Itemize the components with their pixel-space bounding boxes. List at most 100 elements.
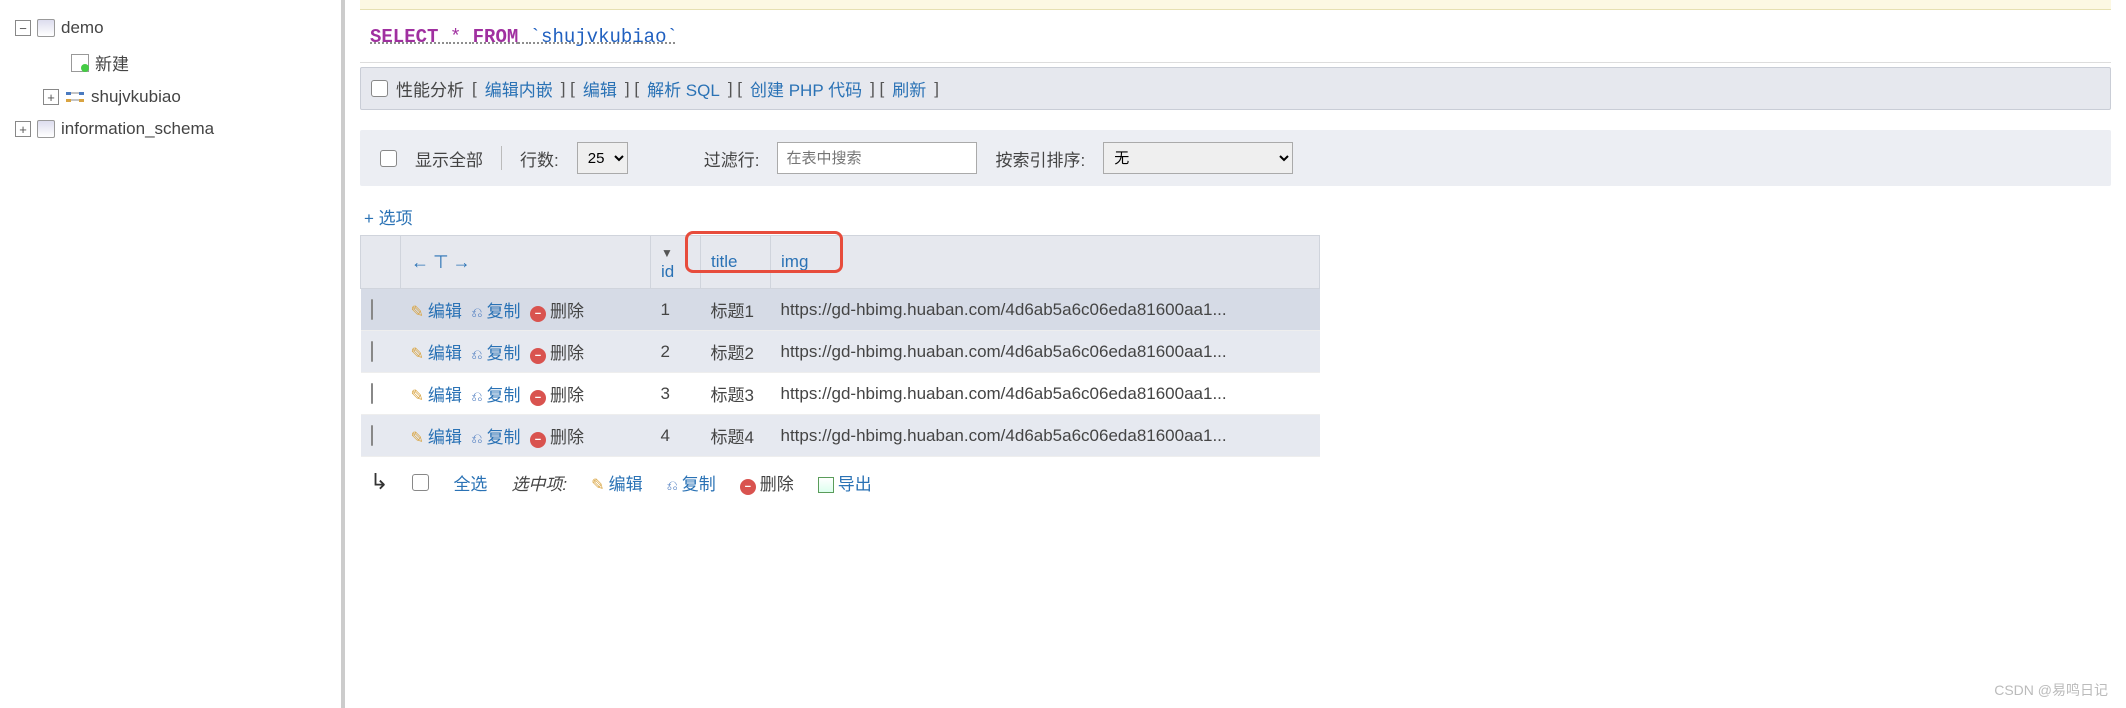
cell-id: 2 bbox=[651, 331, 701, 373]
col-id[interactable]: id bbox=[661, 262, 674, 281]
explain-link[interactable]: 解析 SQL bbox=[647, 76, 720, 101]
row-delete-button[interactable]: −删除 bbox=[530, 302, 584, 321]
show-all-label: 显示全部 bbox=[415, 146, 483, 171]
main-content: SELECT * FROM `shujvkubiao` 性能分析 [编辑内嵌 ]… bbox=[345, 0, 2126, 708]
row-delete-button[interactable]: −删除 bbox=[530, 344, 584, 363]
expand-icon[interactable]: + bbox=[43, 89, 59, 105]
row-copy-button[interactable]: ⎌复制 bbox=[471, 344, 520, 363]
expand-icon[interactable]: + bbox=[15, 121, 31, 137]
table-label: shujvkubiao bbox=[91, 87, 181, 107]
delete-icon: − bbox=[530, 348, 546, 364]
copy-icon: ⎌ bbox=[667, 477, 678, 493]
cell-title: 标题1 bbox=[701, 289, 771, 331]
cell-title: 标题4 bbox=[701, 415, 771, 457]
rows-select[interactable]: 25 bbox=[577, 142, 628, 174]
database-icon bbox=[37, 120, 55, 138]
bulk-copy-button[interactable]: ⎌复制 bbox=[667, 470, 716, 495]
nav-sidebar: − demo 新建 + shujvkubiao + information_sc… bbox=[0, 0, 345, 708]
profiling-bar: 性能分析 [编辑内嵌 ] [ 编辑 ] [ 解析 SQL ] [ 创建 PHP … bbox=[360, 67, 2111, 110]
new-icon bbox=[71, 54, 89, 72]
sql-query[interactable]: SELECT * FROM `shujvkubiao` bbox=[360, 24, 2111, 63]
cell-img: https://gd-hbimg.huaban.com/4d6ab5a6c06e… bbox=[771, 373, 1320, 415]
pencil-icon: ✎ bbox=[591, 477, 604, 494]
row-copy-button[interactable]: ⎌复制 bbox=[471, 428, 520, 447]
pencil-icon: ✎ bbox=[411, 346, 424, 363]
cell-img: https://gd-hbimg.huaban.com/4d6ab5a6c06e… bbox=[771, 415, 1320, 457]
refresh-link[interactable]: 刷新 bbox=[892, 76, 926, 101]
cell-id: 4 bbox=[651, 415, 701, 457]
copy-icon: ⎌ bbox=[471, 304, 482, 320]
col-title[interactable]: title bbox=[711, 252, 737, 271]
delete-icon: − bbox=[530, 306, 546, 322]
table-row[interactable]: ✎编辑 ⎌复制 −删除 3标题3https://gd-hbimg.huaban.c… bbox=[361, 373, 1320, 415]
filter-label: 过滤行: bbox=[704, 146, 760, 171]
rows-label: 行数: bbox=[520, 146, 559, 171]
cell-id: 3 bbox=[651, 373, 701, 415]
show-all-checkbox[interactable] bbox=[380, 150, 397, 167]
edit-link[interactable]: 编辑 bbox=[583, 76, 617, 101]
pencil-icon: ✎ bbox=[411, 304, 424, 321]
row-edit-button[interactable]: ✎编辑 bbox=[411, 386, 462, 405]
db-label: information_schema bbox=[61, 119, 214, 139]
sort-select[interactable]: 无 bbox=[1103, 142, 1293, 174]
row-edit-button[interactable]: ✎编辑 bbox=[411, 302, 462, 321]
row-delete-button[interactable]: −删除 bbox=[530, 386, 584, 405]
check-all-checkbox[interactable] bbox=[412, 474, 429, 491]
notice-strip bbox=[360, 0, 2111, 10]
cell-img: https://gd-hbimg.huaban.com/4d6ab5a6c06e… bbox=[771, 331, 1320, 373]
row-checkbox[interactable] bbox=[371, 299, 373, 320]
delete-icon: − bbox=[530, 390, 546, 406]
check-all-link[interactable]: 全选 bbox=[453, 470, 487, 495]
table-row[interactable]: ✎编辑 ⎌复制 −删除 4标题4https://gd-hbimg.huaban.c… bbox=[361, 415, 1320, 457]
table-struct-icon bbox=[65, 89, 85, 105]
pencil-icon: ✎ bbox=[411, 388, 424, 405]
database-icon bbox=[37, 19, 55, 37]
with-selected-label: 选中项: bbox=[511, 475, 567, 494]
tree-db-demo[interactable]: − demo bbox=[15, 14, 326, 42]
sort-label: 按索引排序: bbox=[995, 146, 1085, 171]
copy-icon: ⎌ bbox=[471, 346, 482, 362]
edit-inline-link[interactable]: 编辑内嵌 bbox=[485, 76, 553, 101]
bulk-edit-button[interactable]: ✎编辑 bbox=[591, 470, 642, 495]
row-edit-button[interactable]: ✎编辑 bbox=[411, 344, 462, 363]
col-img[interactable]: img bbox=[781, 252, 808, 271]
sql-star: * bbox=[450, 26, 461, 48]
divider bbox=[501, 146, 502, 170]
row-edit-button[interactable]: ✎编辑 bbox=[411, 428, 462, 447]
sql-table-name: `shujvkubiao` bbox=[530, 26, 678, 48]
profiling-checkbox[interactable] bbox=[371, 80, 388, 97]
arrow-indicator-icon: ↳ bbox=[370, 469, 388, 495]
delete-icon: − bbox=[740, 479, 756, 495]
sort-desc-icon[interactable]: ▼ bbox=[661, 246, 673, 260]
delete-icon: − bbox=[530, 432, 546, 448]
row-checkbox[interactable] bbox=[371, 425, 373, 446]
sort-arrows[interactable]: ←⊤→ bbox=[411, 252, 475, 272]
results-table: ←⊤→ ▼ id title img ✎编辑 ⎌复制 −删除1标题1https:… bbox=[360, 235, 1320, 457]
pencil-icon: ✎ bbox=[411, 430, 424, 447]
results-toolbar: 显示全部 行数: 25 过滤行: 按索引排序: 无 bbox=[360, 130, 2111, 186]
bulk-export-button[interactable]: 导出 bbox=[818, 470, 872, 495]
tree-db-info-schema[interactable]: + information_schema bbox=[15, 115, 326, 143]
cell-title: 标题2 bbox=[701, 331, 771, 373]
db-label: demo bbox=[61, 18, 104, 38]
watermark: CSDN @易鸣日记 bbox=[1994, 680, 2108, 700]
row-copy-button[interactable]: ⎌复制 bbox=[471, 386, 520, 405]
row-copy-button[interactable]: ⎌复制 bbox=[471, 302, 520, 321]
table-row[interactable]: ✎编辑 ⎌复制 −删除1标题1https://gd-hbimg.huaban.c… bbox=[361, 289, 1320, 331]
row-checkbox[interactable] bbox=[371, 341, 373, 362]
cell-id: 1 bbox=[651, 289, 701, 331]
filter-input[interactable] bbox=[777, 142, 977, 174]
row-checkbox[interactable] bbox=[371, 383, 373, 404]
copy-icon: ⎌ bbox=[471, 388, 482, 404]
table-row[interactable]: ✎编辑 ⎌复制 −删除 2标题2https://gd-hbimg.huaban.c… bbox=[361, 331, 1320, 373]
bulk-actions-bar: ↳ 全选 选中项: ✎编辑 ⎌复制 −删除 导出 bbox=[360, 457, 2111, 507]
tree-new[interactable]: 新建 bbox=[71, 46, 326, 79]
bulk-delete-button[interactable]: −删除 bbox=[740, 470, 794, 495]
sql-keyword-select: SELECT bbox=[370, 26, 438, 48]
cell-title: 标题3 bbox=[701, 373, 771, 415]
row-delete-button[interactable]: −删除 bbox=[530, 428, 584, 447]
collapse-icon[interactable]: − bbox=[15, 20, 31, 36]
tree-table-shujvkubiao[interactable]: + shujvkubiao bbox=[43, 83, 326, 111]
create-php-link[interactable]: 创建 PHP 代码 bbox=[750, 76, 862, 101]
options-toggle[interactable]: + 选项 bbox=[364, 204, 413, 229]
